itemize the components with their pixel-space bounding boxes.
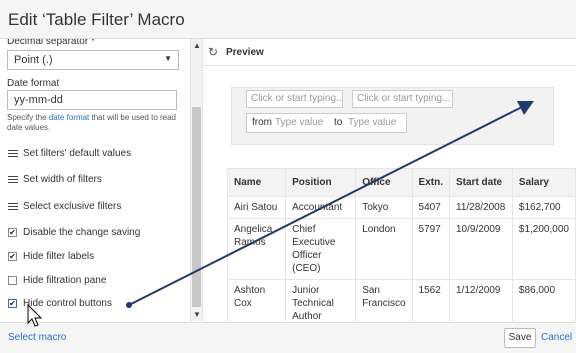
table-cell: Airi Satou (226, 196, 287, 219)
filter-placeholder: Click or start typing... (251, 93, 343, 104)
column-header[interactable]: Position (285, 168, 357, 197)
dialog-title: Edit ‘Table Filter’ Macro (8, 10, 185, 29)
table-cell: 10/9/2009 (449, 218, 513, 280)
filtration-pane: Click or start typing... Click or start … (231, 87, 554, 145)
set-width-label: Set width of filters (23, 174, 102, 185)
table-cell: 5797 (411, 218, 451, 280)
column-header[interactable]: Office (355, 168, 413, 197)
table-row: Angelica Ramos Chief Executive Officer (… (226, 218, 576, 280)
cancel-button[interactable]: Cancel (541, 332, 572, 343)
table-cell: Chief Executive Officer (CEO) (285, 218, 357, 280)
checkbox-label: Hide control buttons (23, 298, 112, 309)
range-filter[interactable]: from Type value to Type value (246, 113, 407, 133)
list-icon (8, 202, 20, 212)
decimal-separator-select[interactable]: Point (.) ▼ (7, 50, 179, 70)
preview-panel: ↻ Preview Click or start typing... Click… (202, 39, 576, 321)
refresh-icon[interactable]: ↻ (208, 45, 218, 59)
date-format-input[interactable]: yy-mm-dd (7, 90, 177, 110)
table-row: Airi Satou Accountant Tokyo 5407 11/28/2… (226, 196, 576, 219)
list-icon (8, 175, 20, 185)
settings-panel: Decimal separator * Point (.) ▼ Date for… (0, 39, 190, 321)
checkbox-box[interactable]: ✔ (8, 228, 17, 237)
scrollbar-thumb[interactable] (192, 107, 201, 307)
to-input[interactable]: Type value (348, 117, 396, 128)
table-cell: $1,200,000 (511, 218, 576, 280)
from-input[interactable]: Type value (275, 117, 323, 128)
scroll-down-icon[interactable]: ▼ (193, 310, 201, 319)
column-header[interactable]: Salary (511, 168, 576, 197)
scroll-up-icon[interactable]: ▲ (193, 41, 201, 50)
select-macro-link[interactable]: Select macro (8, 332, 66, 343)
decimal-separator-label: Decimal separator * (7, 39, 95, 47)
select-exclusive-label: Select exclusive filters (23, 201, 122, 212)
checkbox-box[interactable]: ✔ (8, 299, 17, 308)
checkbox-hide-filter-labels[interactable]: ✔ Hide filter labels (8, 251, 94, 262)
preview-header: ↻ Preview (202, 39, 576, 66)
from-label: from (252, 117, 272, 128)
table-row: Ashton Cox Junior Technical Author San F… (226, 279, 576, 321)
checkbox-box[interactable]: ✔ (8, 252, 17, 261)
dialog-header: Edit ‘Table Filter’ Macro (0, 0, 576, 39)
filter-placeholder: Click or start typing... (357, 93, 451, 104)
table-cell: 1562 (411, 279, 451, 321)
preview-table: Name Position Office Extn. Start date Sa… (226, 168, 576, 321)
date-format-value: yy-mm-dd (14, 94, 63, 106)
date-format-help: Specify the date format that will be use… (7, 113, 187, 133)
column-header[interactable]: Extn. (411, 168, 451, 197)
table-cell: $162,700 (511, 196, 576, 219)
set-width-link[interactable]: Set width of filters (8, 174, 102, 185)
save-button[interactable]: Save (504, 328, 536, 348)
table-cell: 11/28/2008 (449, 196, 513, 219)
list-icon (8, 149, 20, 159)
set-default-values-link[interactable]: Set filters' default values (8, 148, 131, 159)
table-cell: Junior Technical Author (285, 279, 357, 321)
column-header[interactable]: Start date (449, 168, 513, 197)
table-header-row: Name Position Office Extn. Start date Sa… (226, 168, 576, 197)
set-default-values-label: Set filters' default values (23, 148, 132, 159)
date-format-label: Date format (7, 78, 60, 89)
checkbox-label: Disable the change saving (23, 227, 141, 238)
date-format-link[interactable]: date format (49, 113, 89, 122)
checkbox-hide-filtration-pane[interactable]: Hide filtration pane (8, 275, 106, 286)
table-cell: Ashton Cox (226, 279, 287, 321)
chevron-down-icon: ▼ (164, 54, 172, 63)
table-cell: Tokyo (355, 196, 413, 219)
help-text-start: Specify the (7, 113, 49, 122)
filter-input-2[interactable]: Click or start typing... (352, 90, 453, 108)
checkbox-label: Hide filtration pane (23, 275, 107, 286)
checkbox-disable-saving[interactable]: ✔ Disable the change saving (8, 227, 140, 238)
table-cell: 5407 (411, 196, 451, 219)
select-exclusive-link[interactable]: Select exclusive filters (8, 201, 121, 212)
table-cell: $86,000 (511, 279, 576, 321)
column-header[interactable]: Name (226, 168, 287, 197)
table-cell: Angelica Ramos (226, 218, 287, 280)
table-cell: Accountant (285, 196, 357, 219)
checkbox-box[interactable] (8, 276, 17, 285)
table-cell: London (355, 218, 413, 280)
table-cell: San Francisco (355, 279, 413, 321)
dialog-footer: Select macro Save Cancel (0, 322, 576, 353)
preview-title: Preview (226, 47, 264, 58)
checkbox-hide-control-buttons[interactable]: ✔ Hide control buttons (8, 298, 112, 309)
checkbox-label: Hide filter labels (23, 251, 95, 262)
filter-input-1[interactable]: Click or start typing... (246, 90, 343, 108)
to-label: to (334, 117, 343, 128)
decimal-separator-value: Point (.) (14, 54, 53, 66)
table-cell: 1/12/2009 (449, 279, 513, 321)
